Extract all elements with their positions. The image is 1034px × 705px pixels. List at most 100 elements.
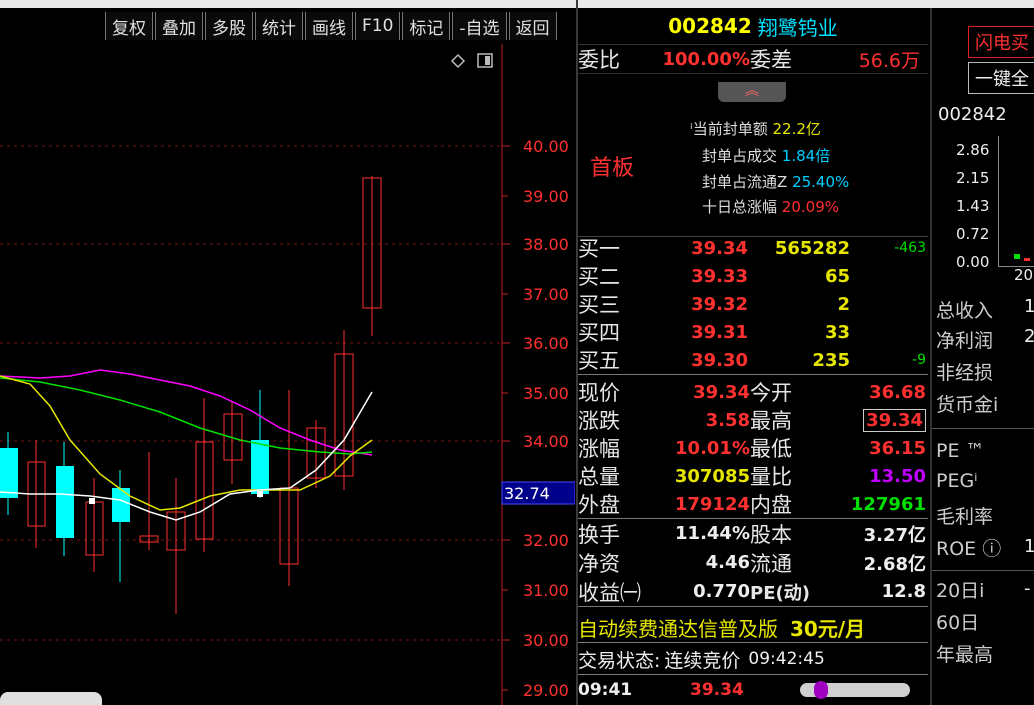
diamond-icon[interactable]: [450, 53, 466, 69]
promo-banner[interactable]: 自动续费通达信普及版 30元/月: [578, 612, 928, 643]
candles: [0, 176, 382, 614]
back-button[interactable]: 返回: [508, 12, 557, 40]
stock-title: 002842 翔鹭钨业: [578, 8, 928, 45]
seal-turnover-value: 1.84倍: [781, 147, 831, 165]
candle-down: [0, 448, 18, 498]
seal-amount-label: 当前封单额: [692, 120, 768, 138]
board-tag: 首板: [590, 156, 635, 181]
price-tick: 39.00: [523, 187, 569, 206]
bid-row[interactable]: 买五 39.30 235 -9: [578, 346, 928, 374]
stock-code: 002842: [668, 14, 752, 38]
price-tick: 36.00: [523, 334, 569, 353]
remove-watchlist-button[interactable]: -自选: [452, 12, 507, 40]
one-click-button[interactable]: 一键全: [968, 62, 1034, 94]
kline-chart[interactable]: 40.00 39.00 38.00 37.00 36.00 35.00 34.0…: [0, 44, 575, 705]
range-label: 20日i: [936, 580, 985, 602]
expand-handle[interactable]: ︽: [718, 82, 786, 102]
seal-turnover-label: 封单占成交: [702, 147, 778, 165]
ten-day-value: 20.09%: [781, 198, 839, 216]
fin-label: 总收入: [936, 300, 994, 322]
divider: [932, 570, 1034, 571]
seal-float-row: 封单占流通Z 25.40%: [702, 171, 849, 192]
quote-grid: 现价 39.34 今开 36.68 涨跌 3.58 最高 39.34 涨幅 10…: [578, 378, 928, 607]
flash-buy-button[interactable]: 闪电买: [968, 26, 1034, 58]
range-label: 60日: [936, 612, 980, 634]
chart-toolbar: 复权 叠加 多股 统计 画线 F10 标记 -自选 返回: [0, 8, 575, 44]
multi-stock-button[interactable]: 多股: [205, 12, 253, 40]
quote-row: 收益㈠ 0.770 PE(动) 12.8: [578, 577, 928, 607]
ten-day-row: 十日总涨幅 20.09%: [702, 196, 839, 217]
seal-float-value: 25.40%: [792, 173, 850, 191]
price-tick: 32.00: [523, 531, 569, 550]
smudge-icon: [800, 681, 910, 699]
mini-year: 20: [1014, 266, 1034, 284]
trade-status: 交易状态: 连续竞价 09:42:45: [578, 644, 928, 675]
price-tick: 29.00: [523, 681, 569, 700]
stock-name: 翔鹭钨业: [757, 15, 838, 40]
statistics-button[interactable]: 统计: [255, 12, 303, 40]
fin-label: 非经损: [936, 362, 994, 384]
board-info: 首板 ⁱ当前封单额 22.2亿 封单占成交 1.84倍 封单占流通Z 25.40…: [578, 108, 928, 237]
mini-chart-axis: 2.86 2.15 1.43 0.72 0.00: [956, 141, 990, 271]
quote-row: 换手 11.44% 股本 3.27亿: [578, 522, 926, 547]
mini-bar: [1024, 258, 1030, 261]
seal-float-label: 封单占流通Z: [702, 173, 788, 191]
price-tick: 31.00: [523, 581, 569, 600]
committee-ratio-value: 100.00%: [662, 48, 751, 70]
ratio-label: PE ™: [936, 440, 985, 462]
quote-row: 外盘 179124 内盘 127961: [578, 490, 928, 519]
seal-amount-value: 22.2亿: [772, 120, 821, 138]
mini-bar: [1014, 254, 1020, 259]
committee-diff-label: 委差: [750, 48, 792, 72]
ratio-label: ROE ⓘ: [936, 538, 1002, 560]
corner-tab[interactable]: [0, 692, 102, 705]
tick-row: 09:41 39.34: [578, 676, 928, 704]
mini-chart-axis-line: [998, 136, 999, 266]
quote-row: 总量 307085 量比 13.50: [578, 465, 926, 489]
ten-day-label: 十日总涨幅: [702, 198, 778, 216]
divider: [932, 428, 1034, 429]
panel-toggle-icon[interactable]: [477, 53, 493, 68]
candle-down: [56, 466, 74, 538]
committee-row: 委比 100.00% 委差 56.6万: [578, 45, 928, 74]
committee-diff-value: 56.6万: [858, 49, 920, 72]
price-tick: 38.00: [523, 235, 569, 254]
top-menu-strip: [0, 0, 1034, 8]
seal-amount-row: ⁱ当前封单额 22.2亿: [690, 118, 821, 139]
ratio-label: 毛利率: [936, 506, 994, 528]
fin-label: 货币金i: [936, 394, 999, 416]
range-label: 年最高: [936, 644, 994, 666]
mark-button[interactable]: 标记: [402, 12, 451, 40]
current-price-label: 32.74: [504, 484, 550, 503]
bid-row[interactable]: 买三 39.32 2: [578, 290, 928, 318]
overlay-button[interactable]: 叠加: [155, 12, 203, 40]
price-tick: 30.00: [523, 631, 569, 650]
candle-down: [251, 440, 269, 494]
bid-row[interactable]: 买四 39.31 33: [578, 318, 928, 346]
bid-book: 买一 39.34 565282 -463 买二 39.33 65 买三 39.3…: [578, 234, 928, 375]
restore-rights-button[interactable]: 复权: [105, 12, 153, 40]
draw-line-button[interactable]: 画线: [305, 12, 353, 40]
ma-line-magenta: [0, 369, 373, 456]
committee-ratio-label: 委比: [578, 48, 620, 72]
marker-dot: [257, 491, 263, 497]
side-code: 002842: [938, 104, 1007, 125]
quote-row: 涨跌 3.58 最高 39.34: [578, 406, 928, 434]
side-panel: 闪电买 一键全 002842 2.86 2.15 1.43 0.72 0.00 …: [930, 8, 1034, 705]
marker-dot: [89, 498, 95, 504]
quote-panel: 002842 翔鹭钨业 委比 100.00% 委差 56.6万 ︽ 首板 ⁱ当前…: [578, 8, 928, 705]
f10-button[interactable]: F10: [355, 12, 401, 40]
price-tick: 34.00: [523, 432, 569, 451]
quote-row: 现价 39.34 今开 36.68: [578, 381, 926, 405]
bid-row[interactable]: 买二 39.33 65: [578, 262, 928, 290]
price-tick: 37.00: [523, 285, 569, 304]
price-tick: 35.00: [523, 384, 569, 403]
quote-row: 涨幅 10.01% 最低 36.15: [578, 437, 926, 461]
candle-up: [223, 413, 243, 461]
bid-row[interactable]: 买一 39.34 565282 -463: [578, 234, 928, 262]
quote-row: 净资 4.46 流通 2.68亿: [578, 551, 926, 576]
price-tick: 40.00: [523, 137, 569, 156]
seal-turnover-row: 封单占成交 1.84倍: [702, 145, 830, 166]
ratio-label: PEGⁱ: [936, 470, 978, 492]
